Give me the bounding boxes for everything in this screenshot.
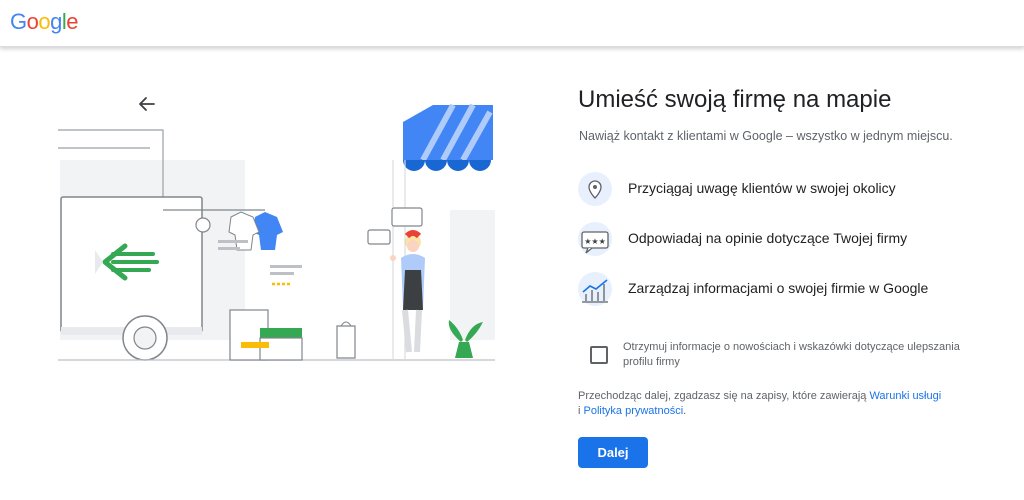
feature-label: Zarządzaj informacjami o swojej firmie w… [628, 280, 929, 296]
review-stars-icon: ★★★ [578, 222, 612, 256]
storefront-illustration [58, 103, 495, 361]
page-subtitle: Nawiąż kontakt z klientami w Google – ws… [579, 129, 953, 143]
terms-suffix: . [683, 405, 687, 417]
analytics-chart-icon [578, 272, 612, 306]
terms-of-service-link[interactable]: Warunki usługi [869, 390, 941, 402]
feature-item-attract-customers: Przyciągaj uwagę klientów w swojej okoli… [578, 172, 998, 208]
privacy-policy-link[interactable]: Polityka prywatności [584, 405, 684, 417]
logo-letter: o [26, 9, 39, 34]
logo-letter: e [66, 9, 79, 34]
feature-label: Przyciągaj uwagę klientów w swojej okoli… [628, 180, 896, 196]
terms-prefix: Przechodząc dalej, zgadzasz się na zapis… [578, 390, 870, 402]
logo-letter: o [38, 9, 51, 34]
page-title: Umieść swoją firmę na mapie [578, 86, 892, 113]
feature-item-manage-info: Zarządzaj informacjami o swojej firmie w… [578, 272, 998, 308]
google-logo[interactable]: Google [10, 9, 79, 35]
newsletter-checkbox-label[interactable]: Otrzymuj informacje o nowościach i wskaz… [623, 340, 973, 370]
terms-notice: Przechodząc dalej, zgadzasz się na zapis… [578, 389, 958, 419]
top-bar: Google [0, 0, 1024, 47]
logo-letter: G [10, 9, 27, 34]
svg-text:★★★: ★★★ [584, 237, 606, 246]
feature-item-reviews: ★★★ Odpowiadaj na opinie dotyczące Twoje… [578, 222, 998, 258]
next-button[interactable]: Dalej [578, 437, 648, 468]
newsletter-checkbox[interactable] [590, 346, 608, 364]
map-pin-icon [578, 172, 612, 206]
logo-letter: g [50, 9, 62, 34]
feature-label: Odpowiadaj na opinie dotyczące Twojej fi… [628, 230, 908, 246]
